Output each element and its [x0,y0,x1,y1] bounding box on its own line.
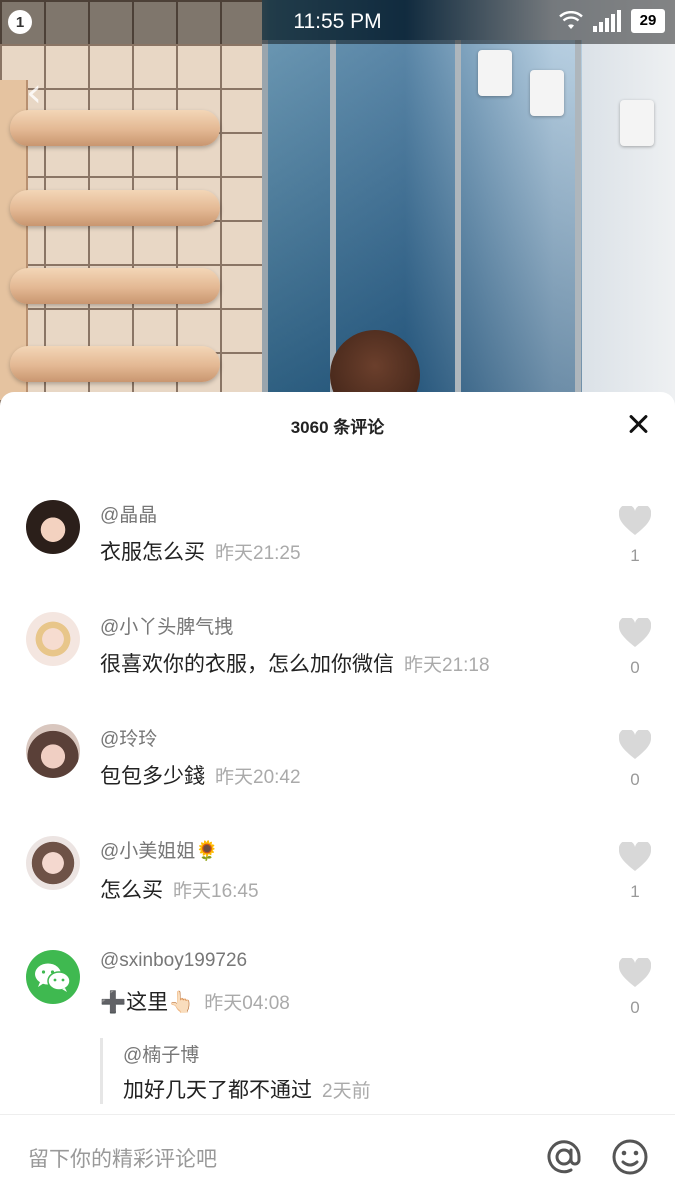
spotlight [530,70,564,116]
spotlight [478,50,512,96]
comment-text: 包包多少錢 昨天20:42 [100,764,301,788]
like-button[interactable]: 0 [619,618,651,678]
status-bar: 1 11:55 PM 29 [0,0,675,44]
bread-roller [10,190,220,226]
comment-time: 昨天21:18 [404,655,490,676]
like-count: 0 [630,998,640,1017]
like-count: 0 [630,770,640,789]
comment-time: 昨天21:25 [215,543,301,564]
bread-roller [10,346,220,382]
comment-count-title: 3060 条评论 [290,417,385,437]
comment-text: 怎么买 昨天16:45 [100,878,259,902]
comment-author[interactable]: @sxinboy199726 [100,950,247,972]
like-count: 0 [630,658,640,677]
heart-icon [619,618,651,647]
comment-text: ➕这里👆🏻 昨天04:08 [100,990,290,1014]
heart-icon [619,958,651,987]
close-icon[interactable] [623,410,653,440]
bread-roller [10,268,220,304]
comment-input-bar[interactable]: 留下你的精彩评论吧 [0,1114,675,1200]
like-button[interactable]: 1 [619,506,651,566]
spotlight [620,100,654,146]
wechat-avatar[interactable] [26,950,80,1004]
wifi-icon [559,11,583,31]
heart-icon [619,842,651,871]
like-button[interactable]: 0 [619,730,651,790]
at-icon[interactable] [544,1137,584,1177]
comment-author[interactable]: @小美姐姐🌻 [100,836,219,863]
reply-time: 2天前 [322,1081,371,1102]
status-icons: 29 [559,9,665,33]
comment-time: 昨天04:08 [204,993,290,1014]
reply-author[interactable]: @楠子博 [123,1040,199,1067]
battery-indicator: 29 [631,9,665,33]
reply-item[interactable]: @楠子博 加好几天了都不通过 2天前 [100,1038,620,1104]
like-count: 1 [630,882,640,901]
door-frame [575,40,581,420]
comment-time: 昨天16:45 [173,881,259,902]
comment-text: 衣服怎么买 昨天21:25 [100,540,301,564]
back-arrow-icon[interactable]: ‹ [26,70,42,116]
avatar[interactable] [26,612,80,666]
panel-header: 3060 条评论 [0,392,675,458]
reply-text: 加好几天了都不通过 2天前 [123,1078,371,1102]
avatar[interactable] [26,500,80,554]
status-time: 11:55 PM [293,10,382,33]
comment-author[interactable]: @晶晶 [100,500,157,527]
like-button[interactable]: 0 [619,958,651,1018]
comment-author[interactable]: @玲玲 [100,724,157,751]
comment-input[interactable]: 留下你的精彩评论吧 [28,1143,217,1173]
door-frame [455,40,461,420]
avatar[interactable] [26,724,80,778]
like-count: 1 [630,546,640,565]
video-background[interactable]: ‹ [0,0,675,420]
heart-icon [619,506,651,535]
comment-text: 很喜欢你的衣服，怎么加你微信 昨天21:18 [100,652,490,676]
comment-time: 昨天20:42 [215,767,301,788]
notification-badge: 1 [8,10,32,34]
like-button[interactable]: 1 [619,842,651,902]
comment-author[interactable]: @小丫头脾气拽 [100,612,233,639]
emoji-icon[interactable] [610,1137,650,1177]
heart-icon [619,730,651,759]
signal-icon [593,10,621,32]
avatar[interactable] [26,836,80,890]
wechat-icon [35,963,71,992]
